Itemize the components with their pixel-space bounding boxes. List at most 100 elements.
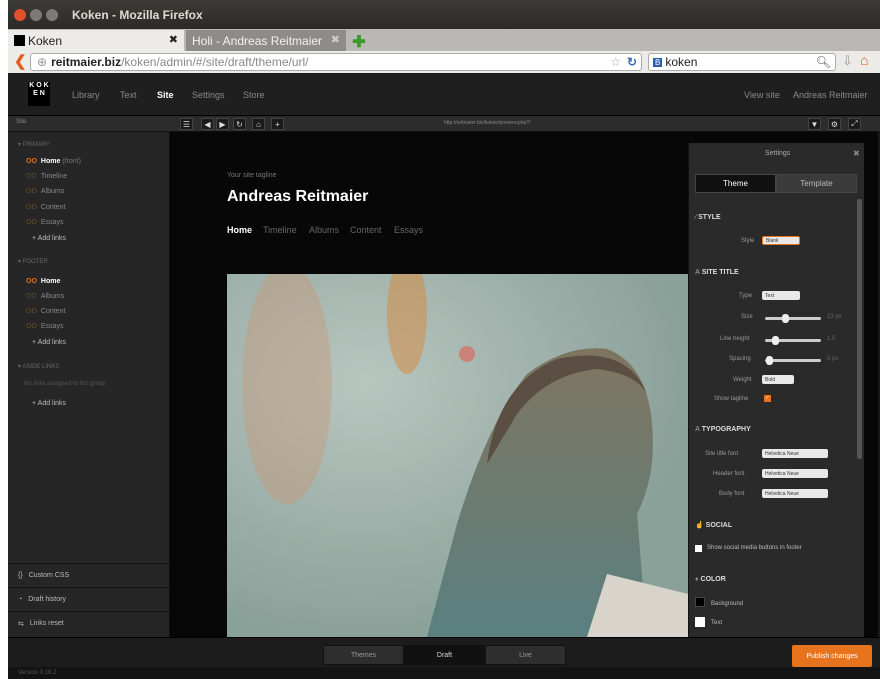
forward-icon[interactable]: ▶	[216, 118, 229, 130]
back-icon[interactable]: ◀	[201, 118, 214, 130]
line-height-slider[interactable]	[765, 336, 821, 345]
nav-store[interactable]: Store	[243, 90, 265, 100]
spacing-slider-knob[interactable]	[765, 356, 773, 365]
link-handle-icon[interactable]: OO	[26, 188, 37, 195]
body-font-select[interactable]: Helvetica Neue	[762, 489, 828, 498]
style-select[interactable]: Blank	[762, 236, 800, 245]
nav-settings[interactable]: Settings	[192, 90, 225, 100]
link-content[interactable]: OO Content	[26, 204, 65, 211]
text-icon: A	[695, 269, 702, 276]
home-icon[interactable]: ⌂	[252, 118, 265, 130]
close-tab-icon[interactable]: ✖	[331, 33, 340, 46]
add-links-aside[interactable]: + Add links	[32, 400, 66, 407]
spacing-label: Spacing	[729, 356, 751, 362]
settings-panel: Settings ✖ Theme Template ⁄ Style Style …	[688, 143, 864, 637]
size-slider[interactable]	[765, 314, 821, 323]
close-icon[interactable]: ✖	[853, 149, 860, 158]
app-header: K O K E N Library Text Site Settings Sto…	[8, 74, 880, 116]
tab-theme[interactable]: Theme	[695, 174, 776, 193]
koken-logo[interactable]: K O K E N	[28, 82, 50, 106]
home-icon[interactable]: ⌂	[860, 52, 868, 68]
menu-content[interactable]: Content	[350, 225, 382, 235]
user-menu[interactable]: Andreas Reitmaier	[793, 90, 868, 100]
link-handle-icon[interactable]: OO	[26, 158, 37, 165]
spacing-slider[interactable]	[765, 356, 821, 365]
back-arrow-icon[interactable]: ❮	[14, 52, 27, 70]
links-reset-button[interactable]: ⇆ Links reset	[8, 611, 170, 635]
add-links-footer[interactable]: + Add links	[32, 339, 66, 346]
custom-css-button[interactable]: {} Custom CSS	[8, 563, 170, 587]
weight-select[interactable]: Bold	[762, 375, 794, 384]
tab-live[interactable]: Live	[485, 645, 566, 665]
group-title-aside[interactable]: ▾ Aside links	[18, 363, 59, 370]
footer-link-home[interactable]: OO Home	[26, 278, 60, 285]
gear-icon[interactable]: ⚙	[828, 118, 841, 130]
line-height-slider-knob[interactable]	[772, 336, 780, 345]
download-arrow-icon[interactable]: ⇩	[842, 53, 853, 69]
group-title-footer[interactable]: ▾ Footer	[18, 258, 48, 265]
link-handle-icon[interactable]: OO	[26, 173, 37, 180]
link-handle-icon[interactable]: OO	[26, 219, 37, 226]
add-links-primary[interactable]: + Add links	[32, 235, 66, 242]
link-handle-icon[interactable]: OO	[26, 323, 37, 330]
link-handle-icon[interactable]: OO	[26, 293, 37, 300]
panel-scrollbar[interactable]	[857, 199, 862, 459]
plus-icon[interactable]: +	[271, 118, 284, 130]
list-icon[interactable]: ☰	[180, 118, 193, 130]
link-handle-icon[interactable]: OO	[26, 308, 37, 315]
tab-bar: Koken ✖ Holi - Andreas Reitmaier ✖ ✚	[8, 29, 880, 51]
menu-timeline[interactable]: Timeline	[263, 225, 297, 235]
menu-albums[interactable]: Albums	[309, 225, 339, 235]
nav-text[interactable]: Text	[120, 90, 137, 100]
link-label: Home	[40, 278, 61, 285]
tab-template[interactable]: Template	[776, 174, 857, 193]
site-identity-icon[interactable]: ⊕	[37, 55, 47, 69]
new-tab-button[interactable]: ✚	[350, 33, 368, 51]
publish-changes-button[interactable]: Publish changes	[792, 645, 872, 667]
footer-link-essays[interactable]: OO Essays	[26, 323, 63, 330]
site-title-font-select[interactable]: Helvetica Neue	[762, 449, 828, 458]
nav-library[interactable]: Library	[72, 90, 100, 100]
window-edge	[0, 0, 8, 679]
search-input[interactable]: B koken 🔍︎	[648, 53, 836, 71]
featured-photo[interactable]	[227, 274, 688, 637]
link-handle-icon[interactable]: OO	[26, 278, 37, 285]
nav-site[interactable]: Site	[157, 90, 174, 100]
refresh-icon[interactable]: ↻	[233, 118, 246, 130]
tab-label: Live	[519, 651, 532, 659]
header-font-select[interactable]: Helvetica Neue	[762, 469, 828, 478]
tab-koken[interactable]: Koken ✖	[8, 30, 184, 51]
link-albums[interactable]: OO Albums	[26, 188, 64, 195]
close-tab-icon[interactable]: ✖	[169, 33, 178, 46]
close-window-icon[interactable]	[14, 8, 26, 21]
background-color-swatch[interactable]	[695, 597, 705, 607]
footer-link-content[interactable]: OO Content	[26, 308, 65, 315]
footer-link-albums[interactable]: OO Albums	[26, 293, 64, 300]
menu-essays[interactable]: Essays	[394, 225, 423, 235]
group-title-primary[interactable]: ▾ Primary	[18, 141, 50, 148]
minimize-window-icon[interactable]	[30, 8, 42, 21]
text-color-swatch[interactable]	[695, 617, 705, 627]
size-slider-knob[interactable]	[782, 314, 790, 323]
draft-history-button[interactable]: ◔ Draft history	[8, 587, 170, 611]
tab-holi[interactable]: Holi - Andreas Reitmaier ✖	[186, 30, 346, 51]
menu-home[interactable]: Home	[227, 225, 252, 235]
link-home[interactable]: OO Home (front)	[26, 158, 81, 165]
link-timeline[interactable]: OO Timeline	[26, 173, 67, 180]
expand-icon[interactable]: ⤢	[848, 118, 861, 130]
bookmark-star-icon[interactable]: ☆	[610, 55, 621, 69]
url-bar[interactable]: ⊕ reitmaier.biz /koken/admin/#/site/draf…	[30, 53, 642, 71]
tab-draft[interactable]: Draft	[404, 645, 485, 665]
social-buttons-checkbox[interactable]	[695, 545, 702, 552]
search-engine-icon[interactable]: B	[653, 57, 663, 67]
maximize-window-icon[interactable]	[46, 8, 58, 21]
tab-themes[interactable]: Themes	[323, 645, 404, 665]
reload-icon[interactable]: ↻	[627, 55, 637, 69]
type-select[interactable]: Text	[762, 291, 800, 300]
view-site-link[interactable]: View site	[744, 90, 780, 100]
filter-icon[interactable]: ▼	[808, 118, 821, 130]
link-handle-icon[interactable]: OO	[26, 204, 37, 211]
link-essays[interactable]: OO Essays	[26, 219, 63, 226]
show-tagline-checkbox[interactable]: ✓	[764, 395, 771, 402]
search-icon[interactable]: 🔍︎	[816, 55, 831, 69]
